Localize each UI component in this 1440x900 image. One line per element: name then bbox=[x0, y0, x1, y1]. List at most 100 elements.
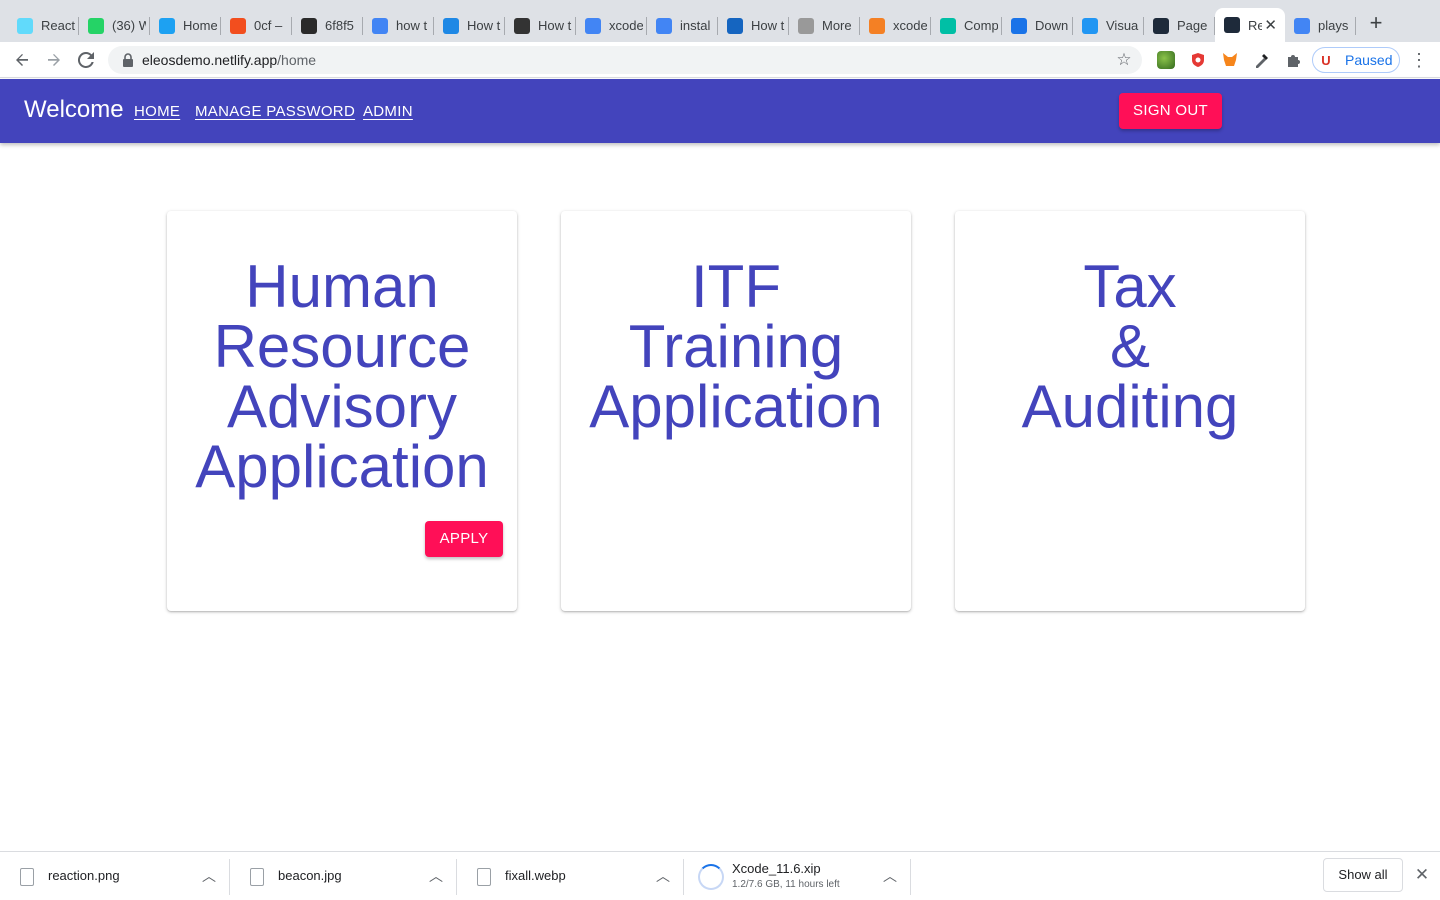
close-tab-icon[interactable]: ✕ bbox=[1264, 16, 1277, 34]
apple-icon bbox=[798, 17, 814, 34]
show-all-downloads-button[interactable]: Show all bbox=[1323, 858, 1403, 892]
fox-icon bbox=[1223, 53, 1237, 66]
browser-tab-strip: React (36) W Home 0cf – 6f8f5 how t How t How t… bbox=[0, 0, 1440, 42]
profile-status-label: Paused bbox=[1345, 52, 1393, 68]
app-header: Welcome HOME MANAGE PASSWORD ADMIN SIGN … bbox=[0, 79, 1440, 143]
download-item[interactable]: reaction.png ︿ bbox=[0, 852, 230, 900]
card-title-line: Human bbox=[245, 253, 439, 320]
browser-tab[interactable]: how t bbox=[363, 9, 434, 42]
card-title: Tax & Auditing bbox=[955, 257, 1305, 437]
new-tab-button[interactable]: + bbox=[1364, 11, 1388, 35]
browser-tab[interactable]: How t bbox=[718, 9, 789, 42]
browser-tab[interactable]: How t bbox=[505, 9, 576, 42]
chevron-up-icon[interactable]: ︿ bbox=[883, 866, 897, 886]
tab-title: plays bbox=[1318, 18, 1349, 33]
tab-title: Home bbox=[183, 18, 217, 33]
card-tax-auditing[interactable]: Tax & Auditing bbox=[955, 211, 1305, 611]
whatsapp-icon bbox=[88, 17, 104, 34]
browser-tab[interactable]: 0cf – bbox=[221, 9, 292, 42]
extension-eyedropper-icon[interactable] bbox=[1253, 51, 1271, 69]
sign-out-button[interactable]: SIGN OUT bbox=[1119, 93, 1222, 129]
browser-tab[interactable]: instal bbox=[647, 9, 718, 42]
card-title-line: ITF bbox=[691, 253, 781, 320]
url-text: eleosdemo.netlify.app/home bbox=[142, 52, 316, 68]
tab-title: How t bbox=[538, 18, 572, 33]
extension-shield-icon[interactable] bbox=[1189, 51, 1207, 69]
chevron-up-icon[interactable]: ︿ bbox=[429, 866, 443, 886]
extension-globe-icon[interactable] bbox=[1157, 51, 1175, 69]
browser-tab[interactable]: More bbox=[789, 9, 860, 42]
book-icon bbox=[514, 17, 530, 34]
browser-tab[interactable]: Page bbox=[1144, 9, 1215, 42]
file-icon bbox=[477, 868, 491, 886]
browser-tab[interactable]: Home bbox=[150, 9, 221, 42]
back-button[interactable] bbox=[10, 48, 34, 72]
reload-button[interactable] bbox=[74, 48, 98, 72]
download-filename: Xcode_11.6.xip bbox=[732, 861, 821, 876]
figma-icon bbox=[230, 17, 246, 34]
download-filename: fixall.webp bbox=[505, 868, 566, 883]
url-host: eleosdemo.netlify.app bbox=[142, 52, 278, 68]
nav-admin-link[interactable]: ADMIN bbox=[363, 103, 413, 120]
profile-button[interactable]: U Paused bbox=[1312, 47, 1400, 73]
extension-fox-icon[interactable] bbox=[1221, 51, 1239, 69]
progress-ring-icon bbox=[698, 864, 724, 890]
browser-tab[interactable]: xcode bbox=[576, 9, 647, 42]
tab-title: how t bbox=[396, 18, 428, 33]
address-bar[interactable]: eleosdemo.netlify.app/home ☆ bbox=[108, 46, 1142, 74]
image-file-icon bbox=[250, 868, 264, 886]
nav-home-link[interactable]: HOME bbox=[134, 103, 180, 120]
apply-button[interactable]: APPLY bbox=[425, 521, 503, 557]
arrow-right-icon bbox=[48, 54, 60, 66]
browser-tab[interactable]: React bbox=[8, 9, 79, 42]
browser-tab[interactable]: (36) W bbox=[79, 9, 150, 42]
card-itf-training[interactable]: ITF Training Application bbox=[561, 211, 911, 611]
bookmark-star-icon[interactable]: ☆ bbox=[1114, 50, 1134, 70]
tab-divider bbox=[1355, 17, 1356, 35]
tab-title: (36) W bbox=[112, 18, 146, 33]
download-item[interactable]: beacon.jpg ︿ bbox=[230, 852, 457, 900]
download-status: 1.2/7.6 GB, 11 hours left bbox=[732, 879, 840, 890]
extensions-puzzle-icon[interactable] bbox=[1285, 51, 1303, 69]
profile-avatar: U bbox=[1316, 50, 1336, 70]
arrow-left-icon bbox=[16, 54, 28, 66]
pin-icon bbox=[443, 17, 459, 34]
vnc-icon bbox=[301, 17, 317, 34]
react-icon bbox=[1153, 17, 1169, 34]
code-icon bbox=[727, 17, 743, 34]
image-file-icon bbox=[20, 868, 34, 886]
download-item-in-progress[interactable]: Xcode_11.6.xip 1.2/7.6 GB, 11 hours left… bbox=[684, 852, 911, 900]
browser-tab[interactable]: Visua bbox=[1073, 9, 1144, 42]
card-title-line: Application bbox=[589, 373, 883, 440]
download-item[interactable]: fixall.webp ︿ bbox=[457, 852, 684, 900]
browser-tab[interactable]: Comp bbox=[931, 9, 1002, 42]
react-icon bbox=[17, 17, 33, 34]
download-filename: reaction.png bbox=[48, 868, 120, 883]
card-title-line: Application bbox=[195, 433, 489, 500]
chevron-up-icon[interactable]: ︿ bbox=[656, 866, 670, 886]
card-hr-advisory: Human Resource Advisory Application APPL… bbox=[167, 211, 517, 611]
card-title-line: Resource bbox=[213, 313, 471, 380]
browser-tab[interactable]: How t bbox=[434, 9, 505, 42]
card-title: Human Resource Advisory Application bbox=[167, 257, 517, 497]
forward-button[interactable] bbox=[42, 48, 66, 72]
tab-title: 0cf – bbox=[254, 18, 283, 33]
browser-menu-icon[interactable]: ⋮ bbox=[1410, 48, 1428, 72]
browser-tab-active[interactable]: Re ✕ bbox=[1215, 8, 1285, 42]
card-title-line: & bbox=[1109, 313, 1151, 380]
divider bbox=[910, 859, 911, 895]
browser-tab[interactable]: plays bbox=[1285, 9, 1356, 42]
chevron-up-icon[interactable]: ︿ bbox=[202, 866, 216, 886]
browser-tab[interactable]: xcode bbox=[860, 9, 931, 42]
google-icon bbox=[656, 17, 672, 34]
tab-title: Down bbox=[1035, 18, 1069, 33]
tab-title: xcode bbox=[609, 18, 643, 33]
tab-title: How t bbox=[467, 18, 501, 33]
close-icon[interactable]: ✕ bbox=[1413, 865, 1431, 885]
browser-tab[interactable]: 6f8f5 bbox=[292, 9, 363, 42]
nav-manage-password-link[interactable]: MANAGE PASSWORD bbox=[195, 103, 355, 120]
twitter-icon bbox=[159, 17, 175, 34]
card-title-line: Advisory bbox=[226, 373, 458, 440]
tab-title: 6f8f5 bbox=[325, 18, 354, 33]
browser-tab[interactable]: Down bbox=[1002, 9, 1073, 42]
